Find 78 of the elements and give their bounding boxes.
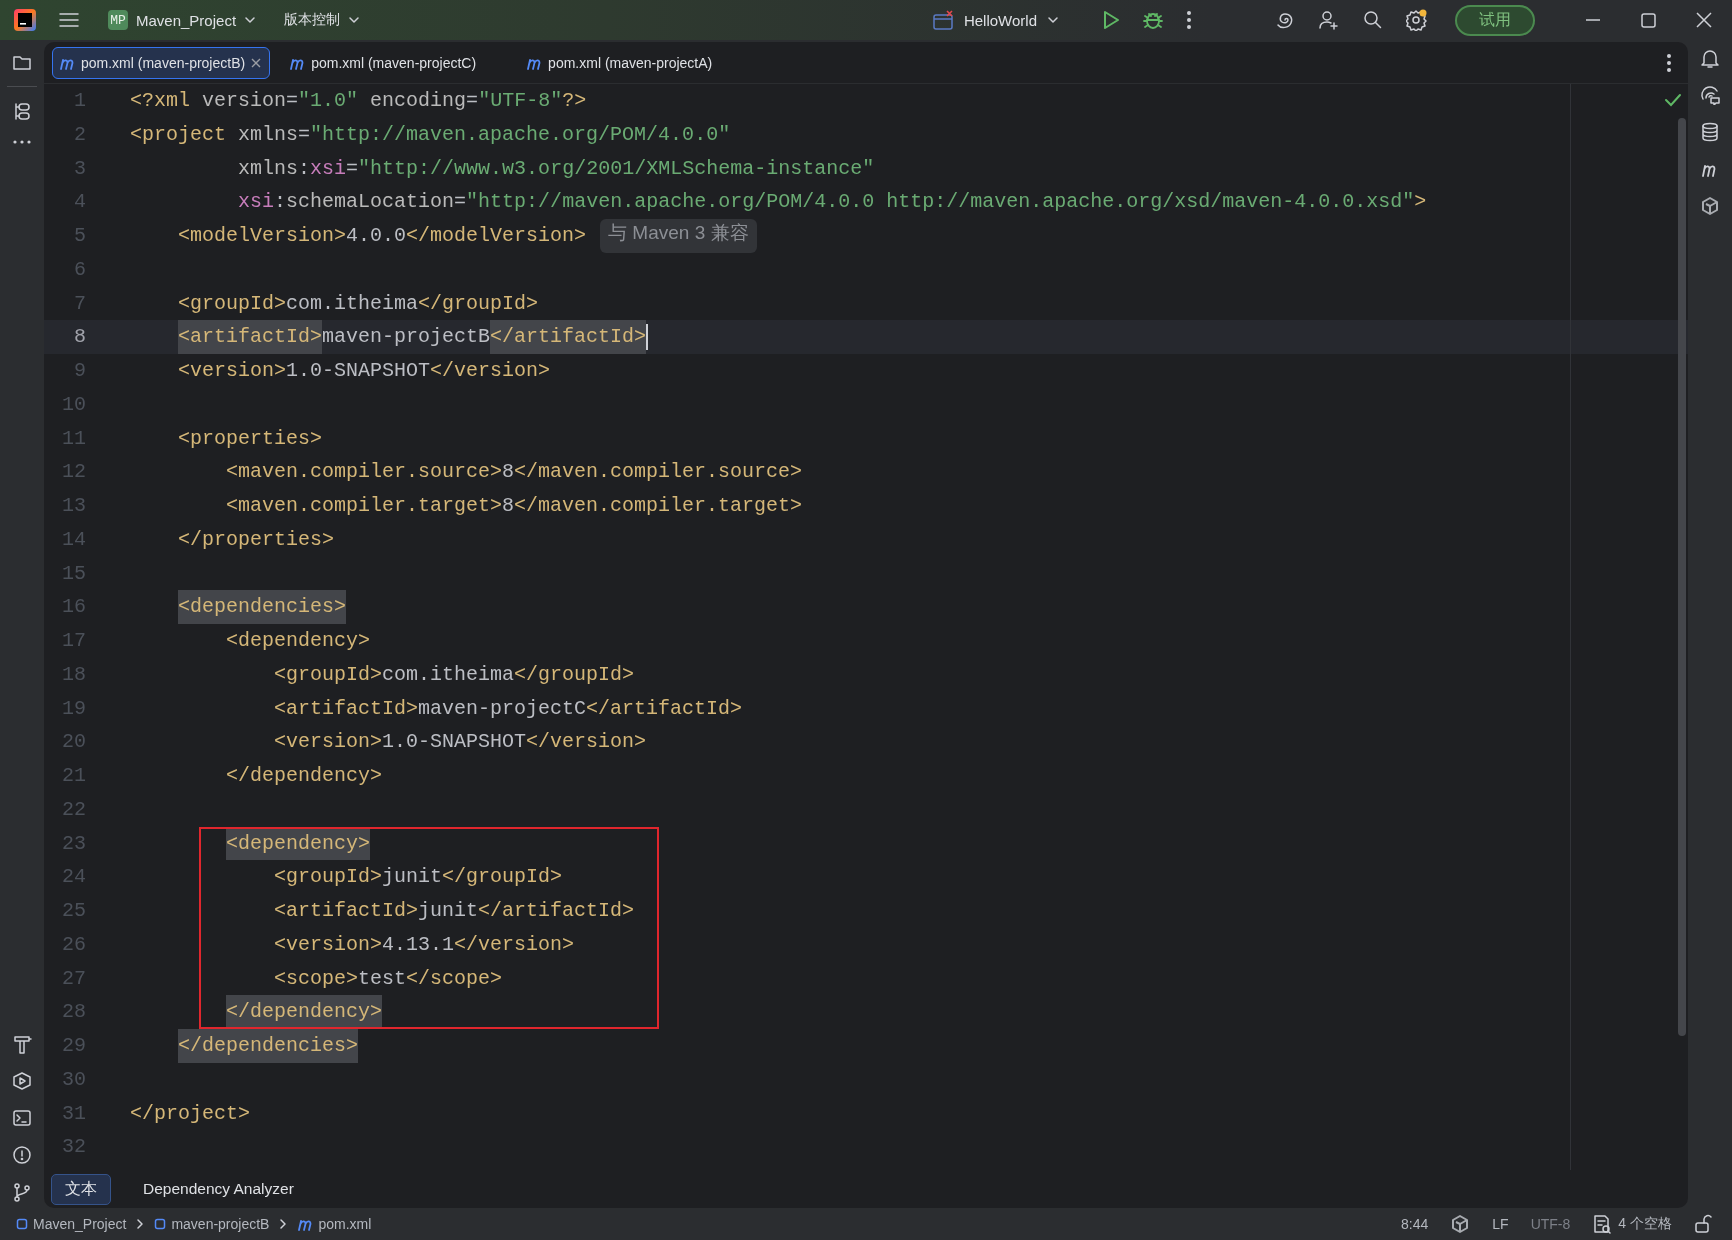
maximize-icon[interactable] (1640, 11, 1657, 29)
code-line: <groupId>com.itheima</groupId> (273, 661, 635, 688)
search-icon[interactable] (1362, 9, 1384, 31)
module-icon (16, 1218, 28, 1230)
module-icon (154, 1218, 167, 1230)
cube-icon[interactable] (1700, 196, 1720, 216)
more-icon[interactable] (1186, 10, 1192, 30)
code-line: <scope>test</scope> (273, 965, 503, 992)
lock-icon[interactable] (1694, 1214, 1712, 1234)
editor-mode-tab[interactable]: Dependency Analyzer (129, 1175, 308, 1203)
run-hexagon-icon[interactable] (12, 1071, 32, 1091)
run-configuration[interactable]: HelloWorld (931, 10, 1059, 30)
line-separator[interactable]: LF (1492, 1216, 1509, 1232)
code-line: </dependency> (225, 763, 383, 789)
database-icon[interactable] (1700, 122, 1720, 142)
breadcrumb[interactable]: Maven_Project (16, 1216, 127, 1232)
run-config-name: HelloWorld (963, 11, 1037, 29)
code-line: </properties> (177, 526, 335, 553)
vcs-menu[interactable]: 版本控制 (284, 11, 361, 29)
settings-icon[interactable] (1406, 9, 1428, 31)
chevron-down-icon (1047, 14, 1059, 26)
code-line: <version>1.0-SNAPSHOT</version> (177, 358, 551, 384)
run-config-icon (931, 10, 954, 30)
tab-close-icon[interactable] (251, 57, 262, 68)
code-line: <dependency> (225, 628, 371, 654)
project-badge: MP (108, 10, 128, 30)
more-icon[interactable] (12, 139, 32, 145)
file-tab[interactable]: pom.xml (maven-projectC) (282, 46, 508, 79)
hammer-icon[interactable] (12, 1034, 32, 1054)
chevron-down-icon (244, 14, 257, 26)
inlay-hint: 与 Maven 3 兼容 (600, 219, 757, 253)
close-icon[interactable] (1695, 11, 1713, 29)
code-line: xmlns:xsi="http://www.w3.org/2001/XMLSchema-instance" (237, 155, 875, 182)
code-line: <version>1.0-SNAPSHOT</version> (273, 729, 647, 756)
code-line: <version>4.13.1</version> (273, 931, 575, 958)
code-line: xsi:schemaLocation="http://maven.apache.org/POM/4.0.0 http://maven.apache.org/xsd/maven-4.0.0.xsd"> (237, 189, 1427, 216)
code-line: <artifactId>maven-projectC</artifactId> (273, 695, 743, 722)
chevron-right-icon (136, 1218, 145, 1230)
code-line: <maven.compiler.source>8</maven.compiler.source> (225, 459, 803, 486)
breadcrumb[interactable]: maven-projectB (154, 1216, 270, 1232)
ai-chat-icon[interactable] (1700, 85, 1720, 105)
code-line: <project xmlns="http://maven.apache.org/POM/4.0.0" (130, 121, 731, 148)
code-line: <maven.compiler.target>8</maven.compiler.target> (225, 493, 803, 519)
text-caret (646, 324, 649, 351)
problems-icon[interactable] (12, 1145, 32, 1165)
project-name: Maven_Project (136, 11, 237, 29)
menu-icon[interactable] (58, 10, 80, 30)
editor-mode-tab[interactable]: 文本 (51, 1173, 111, 1205)
vcs-label: 版本控制 (284, 11, 341, 29)
chevron-down-icon (348, 14, 361, 26)
file-encoding[interactable]: UTF-8 (1530, 1216, 1571, 1232)
code-line: <artifactId>maven-projectB</artifactId> (130, 320, 649, 354)
notifications-icon[interactable] (1700, 48, 1720, 68)
breadcrumb[interactable]: pom.xml (297, 1215, 372, 1233)
code-line: <?xml version="1.0" encoding="UTF-8"?> (130, 88, 587, 114)
structure-icon[interactable] (12, 101, 32, 121)
more-icon[interactable] (1666, 52, 1672, 73)
line-number: 8 (73, 324, 87, 351)
code-line: <properties> (177, 425, 323, 452)
code-line: <artifactId>junit</artifactId> (273, 898, 635, 924)
code-line: <groupId>junit</groupId> (273, 864, 563, 891)
scrollbar-thumb[interactable] (1678, 118, 1686, 1036)
caret-position[interactable]: 8:44 (1401, 1216, 1429, 1232)
trial-button[interactable]: 试用 (1455, 4, 1535, 36)
check-icon (1664, 92, 1682, 108)
code-line: <groupId>com.itheima</groupId> (177, 290, 539, 317)
terminal-icon[interactable] (12, 1108, 32, 1128)
indent-setting[interactable]: 4 个空格 (1592, 1214, 1672, 1234)
file-tab[interactable]: pom.xml (maven-projectB) (52, 46, 271, 79)
chevron-right-icon (279, 1218, 288, 1230)
app-logo-icon[interactable] (14, 9, 36, 31)
project-selector[interactable]: MP Maven_Project (102, 6, 263, 34)
add-user-icon[interactable] (1318, 9, 1340, 31)
cube-icon[interactable] (1450, 1214, 1471, 1234)
code-line: <modelVersion>4.0.0</modelVersion> (177, 223, 587, 249)
code-line: </project> (130, 1100, 251, 1127)
file-tab[interactable]: pom.xml (maven-projectA) (519, 46, 744, 79)
git-icon[interactable] (12, 1182, 32, 1202)
